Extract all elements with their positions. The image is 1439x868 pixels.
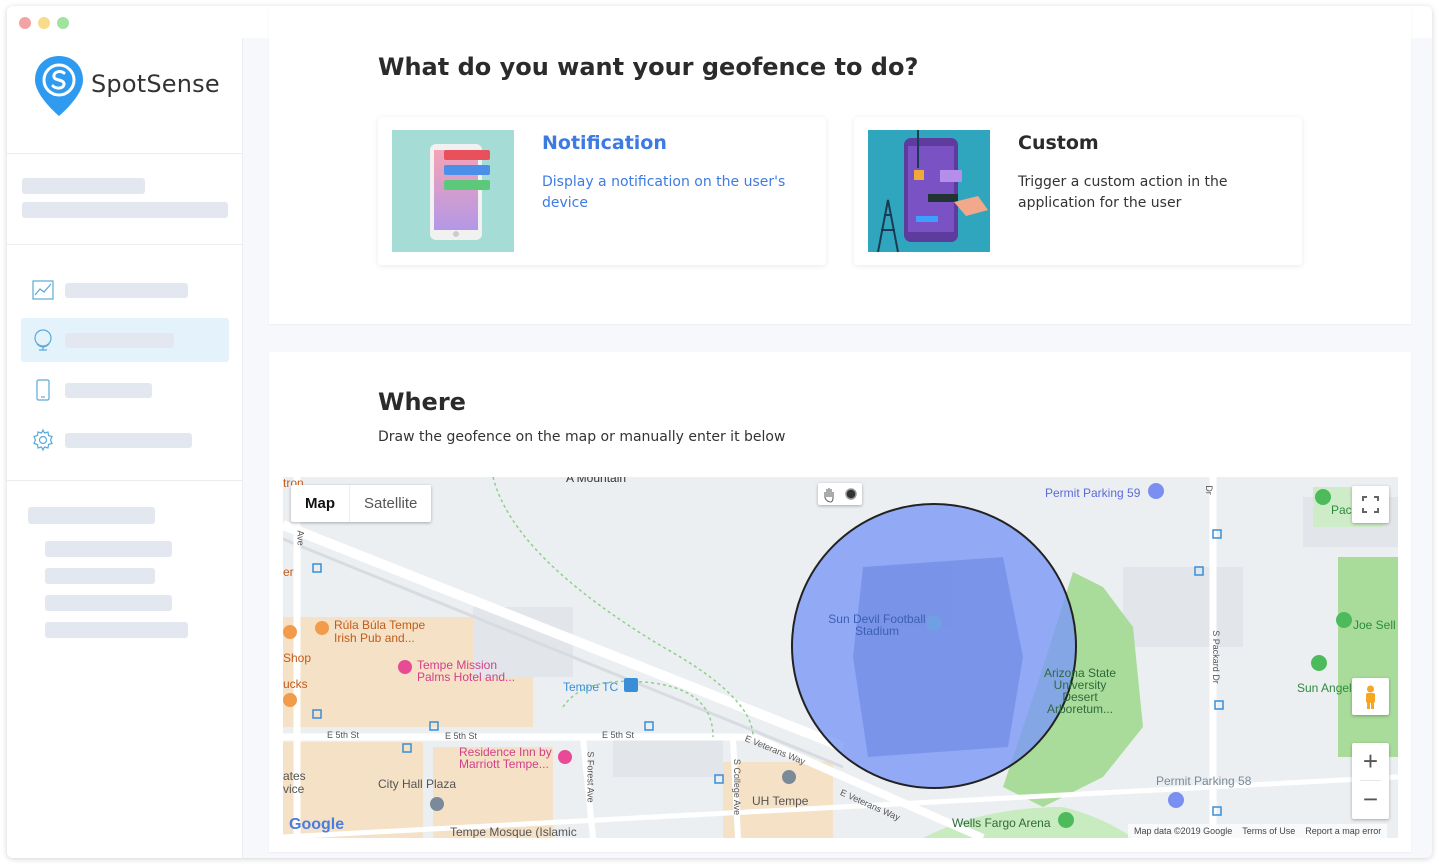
map-label: A Mountain [566,477,627,485]
map-type-control: Map Satellite [291,485,432,522]
close-window-button[interactable] [19,17,31,29]
map-label: Sun Devil Football Stadium [828,612,926,638]
user-email-placeholder [22,202,228,218]
street-view-button[interactable] [1352,678,1389,715]
street-label: Dr [1203,485,1214,495]
terms-link[interactable]: Terms of Use [1242,824,1295,838]
map-label: Permit Parking 58 [1156,774,1252,788]
map-tab-map[interactable]: Map [291,485,349,522]
list-item-placeholder[interactable] [45,622,188,638]
phone-icon [36,379,50,401]
map-label: ucks [283,677,308,691]
list-item-placeholder[interactable] [45,595,172,611]
nav-item-devices[interactable] [21,368,229,412]
brand-logo[interactable]: SpotSense [33,54,233,118]
maximize-window-button[interactable] [57,17,69,29]
zoom-out-button[interactable]: − [1352,781,1389,819]
option-notification[interactable]: Notification Display a notification on t… [378,117,826,265]
option-description: Trigger a custom action in the applicati… [1018,174,1228,211]
street-label: Ave [295,530,306,546]
map-label: Tempe TC [563,680,619,694]
street-label: E 5th St [327,730,360,740]
list-item-placeholder[interactable] [45,541,172,557]
notification-illustration [392,130,514,252]
option-description: Display a notification on the user's dev… [542,174,786,211]
map-label: Arizona State University Desert Arboretu… [1043,666,1117,716]
option-title: Custom [1018,132,1099,154]
map-label: Permit Parking 59 [1045,486,1141,500]
street-label: S College Ave [732,758,743,816]
map-label: Rúla Búla Tempe Irish Pub and... [334,618,426,645]
list-item-placeholder[interactable] [45,568,155,584]
street-label: S Packard Dr [1210,630,1221,684]
app-window: SpotSense What do you want your geofence… [7,6,1432,858]
section-heading: What do you want your geofence to do? [378,53,919,81]
street-label: E 5th St [445,731,478,741]
geofence-action-card: What do you want your geofence to do? No… [269,6,1411,324]
spotsense-pin-icon [35,56,83,116]
nav-item-geofences[interactable] [21,318,229,362]
map-data-attribution: Map data ©2019 Google [1134,826,1233,836]
geofence-map[interactable]: tron A Mountain Permit Parking 59 Pac er… [283,477,1398,838]
map-label: Wells Fargo Arena [952,816,1051,830]
gear-icon [33,428,53,452]
report-error-link[interactable]: Report a map error [1305,824,1381,838]
map-label: Pac [1331,503,1352,517]
map-label: Tempe Mosque (Islamic [450,825,577,838]
map-label: ates [283,769,306,783]
map-label: Sun Angel [1297,681,1352,695]
map-label: Tempe Mission Palms Hotel and... [417,658,516,684]
globe-icon [34,329,52,351]
section-subtitle: Draw the geofence on the map or manually… [378,429,786,445]
nav-label-placeholder [65,433,192,448]
user-name-placeholder [22,178,145,194]
drawing-toolbar [818,483,862,505]
option-custom[interactable]: Custom Trigger a custom action in the ap… [854,117,1302,265]
map-label: UH Tempe [752,794,809,808]
map-label: City Hall Plaza [378,777,457,791]
nav-item-analytics[interactable] [21,268,229,312]
nav-item-settings[interactable] [21,418,229,462]
map-footer: Map data ©2019 Google Terms of Use Repor… [1128,824,1388,838]
street-label: E 5th St [602,730,635,740]
divider [7,480,243,481]
chart-icon [32,280,54,300]
zoom-control: + − [1352,743,1389,819]
nav-label-placeholder [65,333,174,348]
map-label: vice [283,782,305,796]
map-label: er [283,565,294,579]
fullscreen-icon [1362,496,1379,513]
pan-hand-button[interactable] [818,483,840,505]
pegman-icon [1366,685,1375,709]
nav-label-placeholder [65,283,188,298]
group-heading-placeholder [28,507,155,524]
sidebar: SpotSense [7,38,243,858]
nav-label-placeholder [65,383,152,398]
minimize-window-button[interactable] [38,17,50,29]
street-label: S Forest Ave [585,751,596,803]
zoom-in-button[interactable]: + [1352,743,1389,781]
brand-name: SpotSense [91,70,220,98]
divider [7,244,243,245]
map-label: Joe Sell [1353,618,1396,632]
section-heading: Where [378,388,466,416]
fullscreen-button[interactable] [1352,486,1389,523]
map-label: Residence Inn by Marriott Tempe... [459,745,552,771]
divider [7,153,243,154]
option-title: Notification [542,132,667,154]
map-tab-satellite[interactable]: Satellite [349,485,431,522]
circle-icon [845,488,857,500]
draw-circle-button[interactable] [840,483,862,505]
hand-icon [824,488,834,503]
custom-illustration [868,130,990,252]
map-label: Shop [283,651,312,665]
google-logo[interactable]: Google [289,816,344,834]
